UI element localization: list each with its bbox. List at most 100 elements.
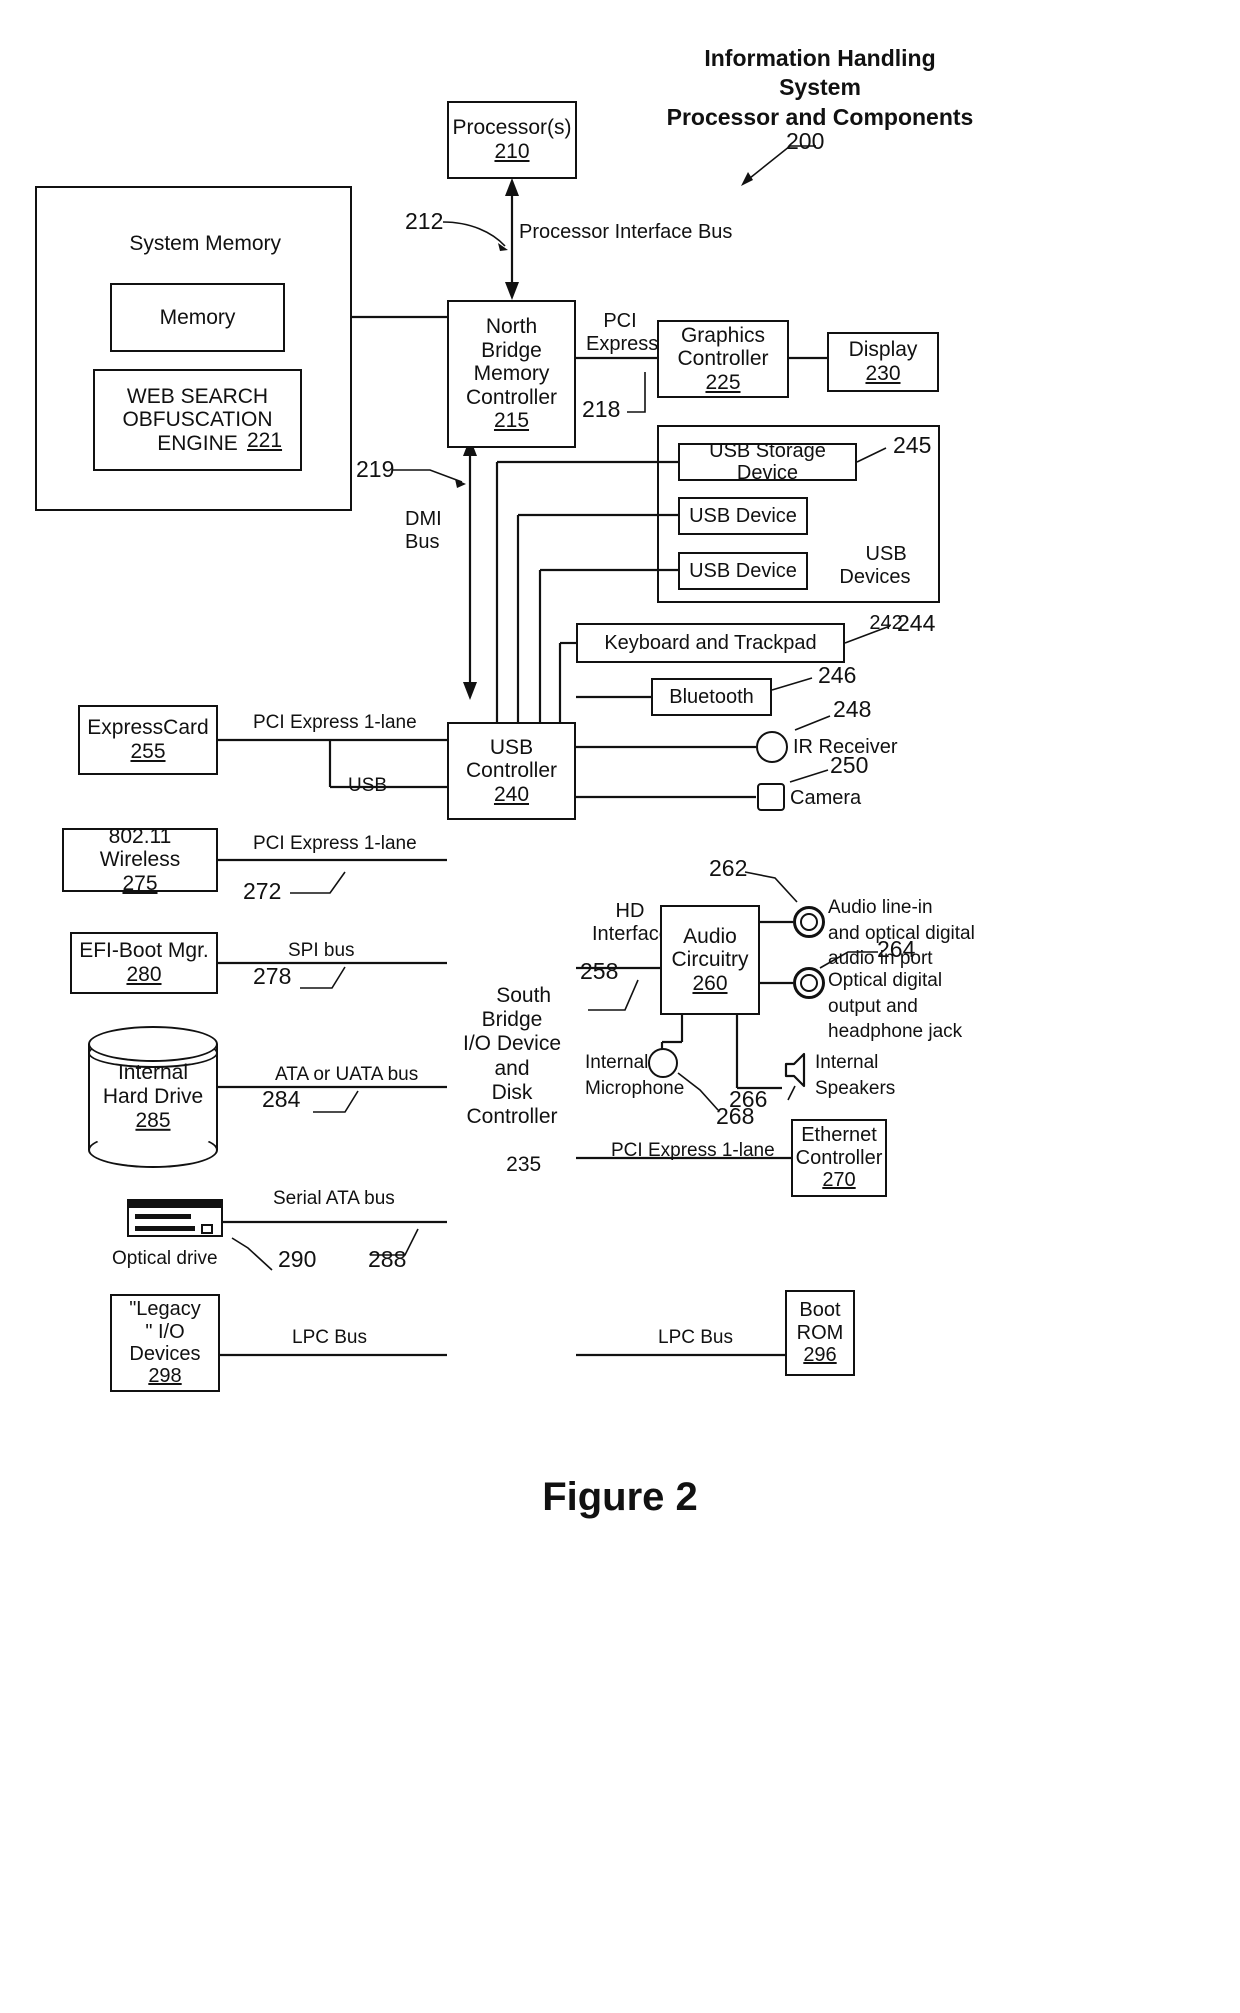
graphics-controller-block: Graphics Controller 225 [657, 320, 789, 398]
hd-interface-label: HD Interface [592, 900, 670, 945]
internal-speakers-label: Internal Speakers [815, 1052, 896, 1099]
serial-ata-bus-label: Serial ATA bus [273, 1188, 395, 1209]
internal-speakers-icon [782, 1050, 812, 1088]
ata-uata-bus-label: ATA or UATA bus [275, 1064, 419, 1085]
ref-278: 278 [253, 963, 292, 989]
south-bridge-ref: 235 [506, 1153, 542, 1177]
audio-circuitry-label: Audio Circuitry [671, 924, 749, 972]
usb-controller-ref: 240 [493, 782, 530, 806]
optical-digital-output-jack-icon [793, 967, 825, 999]
boot-rom-label: Boot ROM [796, 1299, 844, 1344]
usb-bus-label: USB [348, 775, 388, 796]
ir-receiver-icon [756, 731, 788, 763]
lpc-bus-right-label: LPC Bus [658, 1327, 733, 1348]
usb-controller-block: USB Controller 240 [447, 722, 576, 820]
usb-storage-device-label: USB Storage Device [709, 439, 826, 484]
audio-circuitry-ref: 260 [692, 971, 728, 995]
internal-hard-drive-block: Internal Hard Drive 285 [88, 1026, 218, 1168]
graphics-controller-label: Graphics Controller [677, 323, 769, 371]
pci-express-label: PCI Express [586, 310, 659, 355]
boot-rom-ref: 296 [803, 1344, 837, 1367]
web-search-obfuscation-engine-block: WEB SEARCH OBFUSCATION ENGINE 221 [93, 369, 302, 471]
internal-hard-drive-ref: 285 [135, 1109, 171, 1133]
ref-246: 246 [818, 662, 857, 688]
usb-storage-device-block: USB Storage Device [678, 440, 857, 484]
ref-219: 219 [356, 456, 395, 482]
efi-boot-mgr-label: EFI-Boot Mgr. [79, 939, 209, 963]
usb-controller-label: USB Controller [465, 735, 558, 783]
ref-258: 258 [580, 958, 619, 984]
memory-block: Memory [110, 283, 285, 352]
lpc-bus-left-label: LPC Bus [292, 1327, 367, 1348]
processor-ref: 210 [494, 140, 530, 163]
optical-drive-label: Optical drive [112, 1248, 218, 1269]
ref-266: 266 [729, 1086, 768, 1112]
bluetooth-label: Bluetooth [669, 685, 754, 708]
display-ref: 230 [865, 362, 901, 385]
graphics-controller-ref: 225 [705, 370, 741, 394]
wireless-block: 802.11 Wireless 275 [62, 824, 218, 895]
display-block: Display 230 [827, 332, 939, 392]
keyboard-trackpad-label: Keyboard and Trackpad [604, 631, 817, 654]
ref-244: 244 [897, 610, 936, 636]
ref-218: 218 [582, 396, 621, 422]
legacy-io-ref: 298 [148, 1365, 182, 1388]
boot-rom-block: Boot ROM 296 [785, 1290, 855, 1376]
efi-boot-mgr-block: EFI-Boot Mgr. 280 [70, 932, 218, 994]
expresscard-label: ExpressCard [87, 716, 209, 740]
expresscard-ref: 255 [130, 740, 166, 763]
display-label: Display [848, 338, 918, 362]
north-bridge-ref: 215 [493, 409, 530, 433]
pci-express-1lane-eth-label: PCI Express 1-lane [611, 1140, 775, 1161]
figure-caption: Figure 2 [542, 1475, 698, 1519]
pci-express-1lane-label-a: PCI Express 1-lane [253, 712, 417, 733]
ref-290: 290 [278, 1246, 317, 1272]
figure-title: Information Handling System Processor an… [666, 45, 974, 130]
ref-200: 200 [786, 128, 825, 154]
ethernet-controller-ref: 270 [822, 1169, 856, 1192]
keyboard-trackpad-block: Keyboard and Trackpad [576, 623, 845, 663]
ref-248: 248 [833, 696, 872, 722]
ethernet-controller-label: Ethernet Controller [795, 1124, 883, 1169]
north-bridge-block: North Bridge Memory Controller 215 [447, 300, 576, 448]
optical-drive-icon [127, 1199, 223, 1237]
patent-figure-page: Information Handling System Processor an… [0, 0, 1240, 2013]
expresscard-block: ExpressCard 255 [78, 705, 218, 775]
ref-288: 288 [368, 1246, 407, 1272]
web-search-engine-ref: 221 [247, 429, 283, 453]
wireless-label: 802.11 Wireless [99, 824, 181, 872]
ref-262: 262 [709, 855, 748, 881]
wireless-ref: 275 [122, 871, 158, 895]
memory-label: Memory [159, 305, 236, 329]
audio-circuitry-block: Audio Circuitry 260 [660, 905, 760, 1015]
usb-device-1-label: USB Device [689, 504, 797, 527]
audio-line-in-jack-icon [793, 906, 825, 938]
processor-block: Processor(s) 210 [447, 101, 577, 179]
south-bridge-label: South Bridge I/O Device and Disk Control… [462, 984, 562, 1177]
spi-bus-label: SPI bus [288, 940, 355, 961]
ref-250: 250 [830, 752, 869, 778]
ref-264: 264 [877, 936, 916, 962]
processor-interface-bus-label: Processor Interface Bus [519, 221, 733, 243]
usb-device-2-label: USB Device [689, 559, 797, 582]
bluetooth-block: Bluetooth [651, 678, 772, 716]
internal-hard-drive-text: Internal Hard Drive 285 [102, 1060, 204, 1133]
ref-212: 212 [405, 208, 444, 234]
camera-label: Camera [790, 787, 862, 809]
ethernet-controller-block: Ethernet Controller 270 [791, 1119, 887, 1197]
ref-245: 245 [893, 432, 932, 458]
dmi-bus-label: DMI Bus [405, 508, 442, 553]
north-bridge-label: North Bridge Memory Controller [465, 315, 558, 409]
ref-284: 284 [262, 1086, 301, 1112]
optical-output-label: Optical digital output and headphone jac… [828, 970, 963, 1043]
efi-boot-mgr-ref: 280 [126, 963, 162, 986]
ref-272: 272 [243, 878, 282, 904]
internal-microphone-label: Internal Microphone [585, 1052, 685, 1099]
camera-icon [757, 783, 785, 811]
legacy-io-devices-block: "Legacy " I/O Devices 298 [110, 1294, 220, 1392]
legacy-io-label: "Legacy " I/O Devices [129, 1298, 201, 1365]
pci-express-1lane-label-b: PCI Express 1-lane [253, 833, 417, 854]
usb-device-1-block: USB Device [678, 497, 808, 535]
processor-label: Processor(s) [452, 116, 572, 140]
usb-device-2-block: USB Device [678, 552, 808, 590]
